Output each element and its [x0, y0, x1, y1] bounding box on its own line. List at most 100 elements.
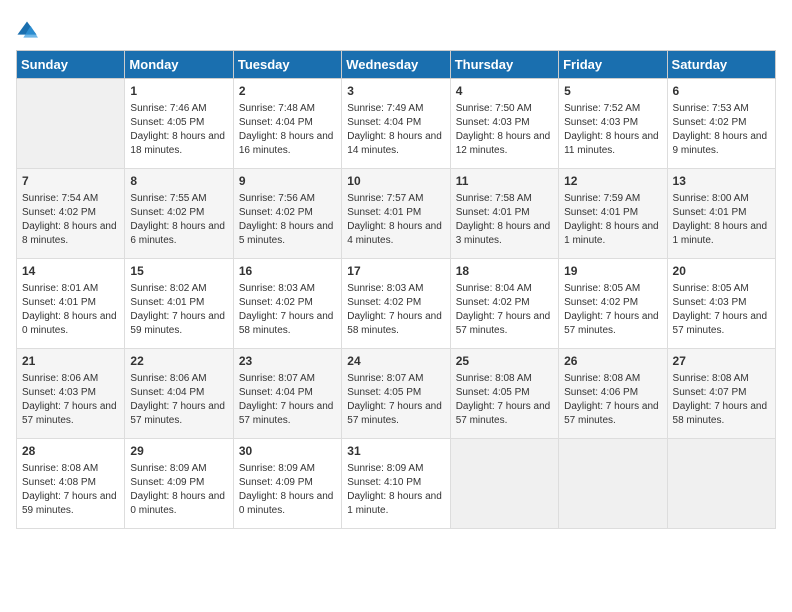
day-info: Sunrise: 7:48 AMSunset: 4:04 PMDaylight:… [239, 102, 336, 158]
calendar-cell: 29 Sunrise: 8:09 AMSunset: 4:09 PMDayligh… [125, 439, 233, 529]
day-info: Sunrise: 8:01 AMSunset: 4:01 PMDaylight:… [22, 282, 119, 338]
day-info: Sunrise: 7:57 AMSunset: 4:01 PMDaylight:… [347, 192, 444, 248]
calendar-cell: 28 Sunrise: 8:08 AMSunset: 4:08 PMDayligh… [17, 439, 125, 529]
day-number: 20 [673, 263, 770, 280]
day-info: Sunrise: 8:09 AMSunset: 4:10 PMDaylight:… [347, 462, 444, 518]
day-info: Sunrise: 7:52 AMSunset: 4:03 PMDaylight:… [564, 102, 661, 158]
day-info: Sunrise: 7:59 AMSunset: 4:01 PMDaylight:… [564, 192, 661, 248]
calendar-cell [450, 439, 558, 529]
day-number: 15 [130, 263, 227, 280]
day-info: Sunrise: 8:08 AMSunset: 4:05 PMDaylight:… [456, 372, 553, 428]
calendar-cell: 31 Sunrise: 8:09 AMSunset: 4:10 PMDayligh… [342, 439, 450, 529]
day-number: 24 [347, 353, 444, 370]
day-info: Sunrise: 8:07 AMSunset: 4:05 PMDaylight:… [347, 372, 444, 428]
day-number: 3 [347, 83, 444, 100]
col-header-thursday: Thursday [450, 51, 558, 79]
calendar-cell: 2 Sunrise: 7:48 AMSunset: 4:04 PMDaylight… [233, 79, 341, 169]
day-info: Sunrise: 7:49 AMSunset: 4:04 PMDaylight:… [347, 102, 444, 158]
day-number: 25 [456, 353, 553, 370]
col-header-saturday: Saturday [667, 51, 775, 79]
col-header-wednesday: Wednesday [342, 51, 450, 79]
calendar-cell: 22 Sunrise: 8:06 AMSunset: 4:04 PMDayligh… [125, 349, 233, 439]
day-number: 27 [673, 353, 770, 370]
calendar-cell: 18Sunrise: 8:04 AMSunset: 4:02 PMDayligh… [450, 259, 558, 349]
day-number: 19 [564, 263, 661, 280]
day-info: Sunrise: 7:46 AMSunset: 4:05 PMDaylight:… [130, 102, 227, 158]
day-number: 16 [239, 263, 336, 280]
calendar-cell [559, 439, 667, 529]
calendar-cell: 16 Sunrise: 8:03 AMSunset: 4:02 PMDayligh… [233, 259, 341, 349]
day-info: Sunrise: 8:08 AMSunset: 4:06 PMDaylight:… [564, 372, 661, 428]
calendar-cell [667, 439, 775, 529]
day-number: 8 [130, 173, 227, 190]
calendar-cell: 13Sunrise: 8:00 AMSunset: 4:01 PMDayligh… [667, 169, 775, 259]
day-number: 22 [130, 353, 227, 370]
day-number: 9 [239, 173, 336, 190]
day-number: 11 [456, 173, 553, 190]
day-info: Sunrise: 8:06 AMSunset: 4:03 PMDaylight:… [22, 372, 119, 428]
calendar-cell: 25 Sunrise: 8:08 AMSunset: 4:05 PMDayligh… [450, 349, 558, 439]
day-number: 6 [673, 83, 770, 100]
col-header-tuesday: Tuesday [233, 51, 341, 79]
day-number: 30 [239, 443, 336, 460]
calendar-cell: 19Sunrise: 8:05 AMSunset: 4:02 PMDayligh… [559, 259, 667, 349]
calendar-cell: 9 Sunrise: 7:56 AMSunset: 4:02 PMDaylight… [233, 169, 341, 259]
day-number: 2 [239, 83, 336, 100]
day-info: Sunrise: 7:50 AMSunset: 4:03 PMDaylight:… [456, 102, 553, 158]
day-number: 1 [130, 83, 227, 100]
calendar-cell: 3 Sunrise: 7:49 AMSunset: 4:04 PMDaylight… [342, 79, 450, 169]
day-info: Sunrise: 8:03 AMSunset: 4:02 PMDaylight:… [347, 282, 444, 338]
day-info: Sunrise: 7:55 AMSunset: 4:02 PMDaylight:… [130, 192, 227, 248]
day-number: 4 [456, 83, 553, 100]
day-number: 29 [130, 443, 227, 460]
calendar-cell: 8 Sunrise: 7:55 AMSunset: 4:02 PMDaylight… [125, 169, 233, 259]
calendar-cell: 11 Sunrise: 7:58 AMSunset: 4:01 PMDayligh… [450, 169, 558, 259]
calendar-cell: 7 Sunrise: 7:54 AMSunset: 4:02 PMDaylight… [17, 169, 125, 259]
day-info: Sunrise: 8:05 AMSunset: 4:03 PMDaylight:… [673, 282, 770, 338]
page-header [16, 16, 776, 42]
calendar-cell: 10 Sunrise: 7:57 AMSunset: 4:01 PMDayligh… [342, 169, 450, 259]
day-info: Sunrise: 8:09 AMSunset: 4:09 PMDaylight:… [239, 462, 336, 518]
calendar-cell: 21 Sunrise: 8:06 AMSunset: 4:03 PMDayligh… [17, 349, 125, 439]
day-number: 13 [673, 173, 770, 190]
calendar-cell: 5 Sunrise: 7:52 AMSunset: 4:03 PMDaylight… [559, 79, 667, 169]
day-info: Sunrise: 8:02 AMSunset: 4:01 PMDaylight:… [130, 282, 227, 338]
day-info: Sunrise: 7:54 AMSunset: 4:02 PMDaylight:… [22, 192, 119, 248]
calendar-cell: 12 Sunrise: 7:59 AMSunset: 4:01 PMDayligh… [559, 169, 667, 259]
day-number: 26 [564, 353, 661, 370]
calendar-cell: 20 Sunrise: 8:05 AMSunset: 4:03 PMDayligh… [667, 259, 775, 349]
day-number: 21 [22, 353, 119, 370]
calendar-cell: 15 Sunrise: 8:02 AMSunset: 4:01 PMDayligh… [125, 259, 233, 349]
col-header-sunday: Sunday [17, 51, 125, 79]
col-header-monday: Monday [125, 51, 233, 79]
day-number: 28 [22, 443, 119, 460]
calendar-cell: 26 Sunrise: 8:08 AMSunset: 4:06 PMDayligh… [559, 349, 667, 439]
day-number: 5 [564, 83, 661, 100]
day-number: 14 [22, 263, 119, 280]
day-info: Sunrise: 7:56 AMSunset: 4:02 PMDaylight:… [239, 192, 336, 248]
day-info: Sunrise: 8:08 AMSunset: 4:08 PMDaylight:… [22, 462, 119, 518]
day-number: 7 [22, 173, 119, 190]
calendar-cell: 6 Sunrise: 7:53 AMSunset: 4:02 PMDaylight… [667, 79, 775, 169]
day-info: Sunrise: 8:09 AMSunset: 4:09 PMDaylight:… [130, 462, 227, 518]
day-info: Sunrise: 8:03 AMSunset: 4:02 PMDaylight:… [239, 282, 336, 338]
calendar-table: SundayMondayTuesdayWednesdayThursdayFrid… [16, 50, 776, 529]
day-info: Sunrise: 7:58 AMSunset: 4:01 PMDaylight:… [456, 192, 553, 248]
day-info: Sunrise: 8:07 AMSunset: 4:04 PMDaylight:… [239, 372, 336, 428]
day-info: Sunrise: 8:06 AMSunset: 4:04 PMDaylight:… [130, 372, 227, 428]
day-number: 23 [239, 353, 336, 370]
day-number: 10 [347, 173, 444, 190]
calendar-cell: 1 Sunrise: 7:46 AMSunset: 4:05 PMDaylight… [125, 79, 233, 169]
calendar-cell [17, 79, 125, 169]
col-header-friday: Friday [559, 51, 667, 79]
day-number: 31 [347, 443, 444, 460]
day-info: Sunrise: 8:04 AMSunset: 4:02 PMDaylight:… [456, 282, 553, 338]
calendar-cell: 14 Sunrise: 8:01 AMSunset: 4:01 PMDayligh… [17, 259, 125, 349]
calendar-cell: 30 Sunrise: 8:09 AMSunset: 4:09 PMDayligh… [233, 439, 341, 529]
day-info: Sunrise: 7:53 AMSunset: 4:02 PMDaylight:… [673, 102, 770, 158]
calendar-cell: 27Sunrise: 8:08 AMSunset: 4:07 PMDayligh… [667, 349, 775, 439]
day-number: 12 [564, 173, 661, 190]
calendar-cell: 4 Sunrise: 7:50 AMSunset: 4:03 PMDaylight… [450, 79, 558, 169]
logo [16, 20, 42, 42]
day-number: 17 [347, 263, 444, 280]
